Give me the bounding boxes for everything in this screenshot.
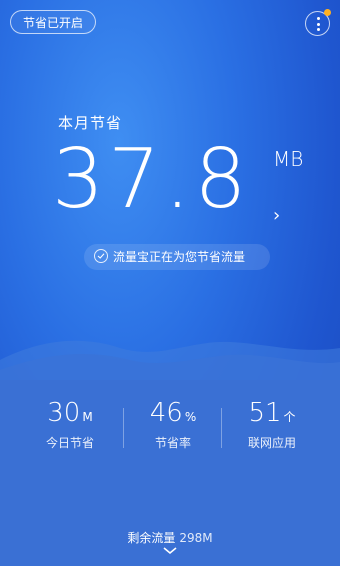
month-savings-unit: MB bbox=[273, 147, 304, 171]
stat-today-unit: M bbox=[82, 410, 93, 424]
chevron-right-icon[interactable]: › bbox=[273, 205, 280, 226]
stat-rate-label: 节省率 bbox=[154, 436, 191, 450]
stats-row: 30 M 今日节省 46% 节省率 51 个 联网应用 bbox=[0, 398, 340, 468]
stat-apps-value: 51 bbox=[248, 398, 282, 428]
remaining-data: 剩余流量 298M bbox=[0, 529, 340, 546]
status-pill: 流量宝正在为您节省流量 bbox=[84, 244, 270, 270]
remaining-value: 298M bbox=[179, 531, 213, 545]
remaining-label: 剩余流量 bbox=[127, 531, 176, 545]
chevron-down-icon[interactable] bbox=[162, 546, 178, 556]
status-text: 流量宝正在为您节省流量 bbox=[113, 250, 246, 264]
more-menu-button[interactable] bbox=[305, 9, 331, 36]
stat-rate-unit: % bbox=[184, 410, 197, 424]
stat-today-label: 今日节省 bbox=[45, 436, 94, 450]
stat-apps-unit: 个 bbox=[283, 410, 296, 424]
stat-apps-label: 联网应用 bbox=[247, 436, 296, 450]
notification-dot bbox=[324, 9, 331, 16]
stat-rate[interactable]: 46% 节省率 bbox=[123, 398, 223, 451]
more-vertical-icon-dot bbox=[316, 22, 320, 26]
stat-today[interactable]: 30 M 今日节省 bbox=[20, 398, 120, 451]
stat-rate-value: 46 bbox=[149, 398, 183, 428]
top-bar: 节省已开启 bbox=[0, 0, 340, 48]
stat-today-value: 30 bbox=[47, 398, 81, 428]
month-savings-value[interactable]: 37.8 bbox=[52, 130, 251, 230]
save-status-button[interactable]: 节省已开启 bbox=[10, 10, 97, 34]
check-circle-icon bbox=[94, 249, 108, 263]
stat-apps[interactable]: 51 个 联网应用 bbox=[222, 398, 322, 451]
more-vertical-icon-dot bbox=[316, 28, 320, 31]
more-vertical-icon bbox=[316, 17, 320, 20]
